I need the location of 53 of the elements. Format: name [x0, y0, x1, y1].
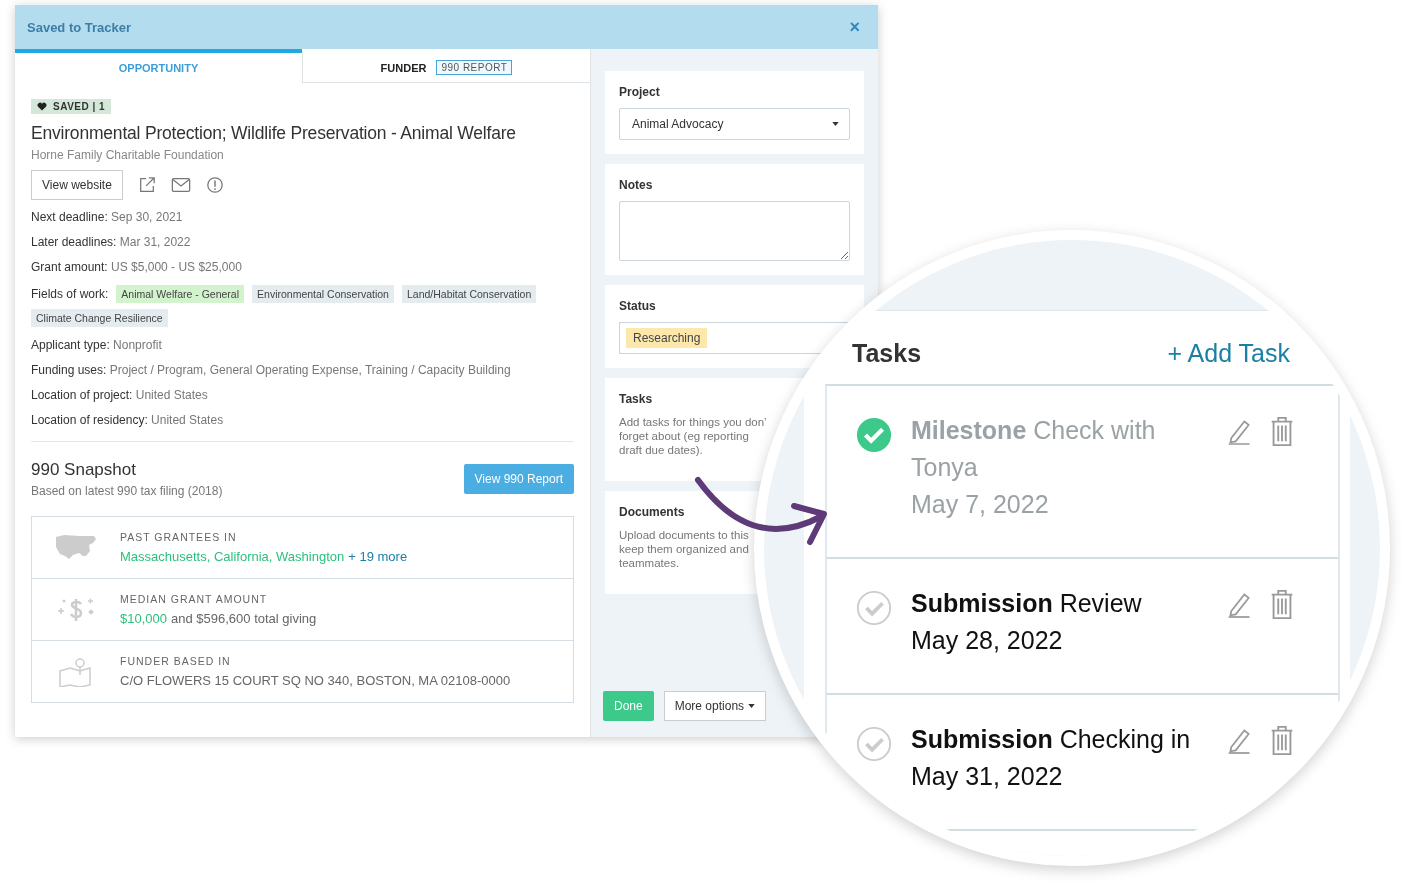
detail-line: Next deadline: Sep 30, 2021 — [31, 210, 184, 224]
view-website-button[interactable]: View website — [31, 170, 123, 200]
detail-line: Grant amount: US $5,000 - US $25,000 — [31, 260, 243, 274]
saved-label: SAVED | 1 — [53, 101, 106, 112]
snapshot-value: C/O FLOWERS 15 COURT SQ NO 340, BOSTON, MA 02108-0000 — [120, 673, 511, 688]
project-select[interactable]: Animal Advocacy — [619, 108, 850, 140]
fields-label: Fields of work: — [31, 287, 109, 301]
help-text: keep them organized and — [619, 542, 750, 556]
task-title: Submission Review — [911, 588, 1143, 619]
status-tag: Researching — [626, 328, 708, 348]
tasks-heading: Tasks — [852, 339, 922, 368]
detail-line: Location of project: United States — [31, 388, 209, 402]
project-label: Project — [619, 85, 661, 99]
status-label: Status — [619, 299, 657, 313]
snapshot-label: PAST GRANTEES IN — [120, 531, 238, 543]
tab[interactable]: FUNDER 990 REPORT — [302, 49, 590, 83]
more-link[interactable]: + 19 more — [348, 549, 408, 564]
task-title: Milestone Check with Tonya — [911, 415, 1157, 483]
detail-line: Later deadlines: Mar 31, 2022 — [31, 235, 192, 249]
help-text: draft due dates). — [619, 443, 704, 457]
task-date: May 28, 2022 — [911, 625, 1064, 656]
documents-label: Documents — [619, 505, 686, 519]
field-tag: Land/Habitat Conservation — [401, 285, 537, 303]
add-task-link[interactable]: + Add Task — [1167, 339, 1290, 368]
help-text: Upload documents to this — [619, 528, 750, 542]
more-options-button[interactable]: More options — [663, 691, 767, 721]
window-title: Saved to Tracker — [27, 19, 132, 35]
field-tag: Animal Welfare - General — [116, 285, 245, 303]
snapshot-label: MEDIAN GRANT AMOUNT — [120, 593, 269, 605]
view-report-button[interactable]: View 990 Report — [463, 464, 574, 494]
snapshot-highlight: Massachusetts, California, Washington — [120, 549, 345, 564]
snapshot-label: FUNDER BASED IN — [120, 655, 232, 667]
field-tag: Climate Change Resilience — [31, 309, 168, 327]
tasks-label: Tasks — [619, 392, 654, 406]
help-text: Add tasks for things you don’ — [619, 415, 768, 429]
task-title: Submission Checking in — [911, 724, 1192, 755]
task-date: May 7, 2022 — [911, 489, 1050, 520]
close-button[interactable]: × — [845, 16, 864, 38]
opportunity-title: Environmental Protection; Wildlife Preservation - Animal Welfare — [31, 123, 517, 144]
detail-line: Applicant type: Nonprofit — [31, 338, 163, 352]
detail-line: Location of residency: United States — [31, 413, 225, 427]
funder-name: Horne Family Charitable Foundation — [31, 148, 225, 162]
field-tag: Environmental Conservation — [252, 285, 394, 303]
tab[interactable]: OPPORTUNITY — [15, 49, 302, 83]
snapshot-value: and $596,600 total giving — [171, 611, 317, 626]
help-text: forget about (eg reporting — [619, 429, 750, 443]
snapshot-highlight: $10,000 — [120, 611, 167, 626]
notes-label: Notes — [619, 178, 654, 192]
detail-line: Funding uses: Project / Program, General Operating Expense, Training / Capacity Building — [31, 363, 512, 377]
snapshot-subtitle: Based on latest 990 tax filing (2018) — [31, 484, 223, 498]
snapshot-title: 990 Snapshot — [31, 460, 137, 480]
task-date: May 31, 2022 — [911, 761, 1064, 792]
help-text: teammates. — [619, 556, 681, 570]
